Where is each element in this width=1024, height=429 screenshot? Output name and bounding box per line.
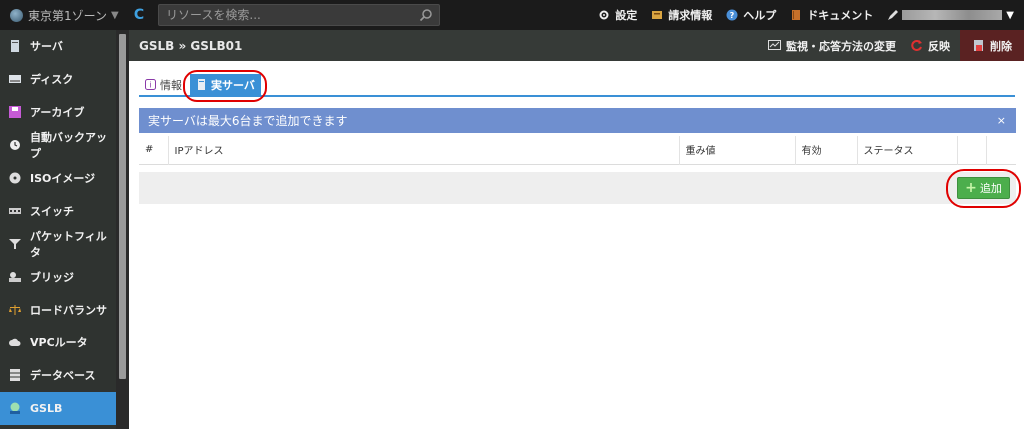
header-actions: 監視・応答方法の変更 反映 削除 xyxy=(754,30,1024,61)
switch-icon xyxy=(9,205,21,217)
top-nav: 設定 請求情報 ? ヘルプ ドキュメント ▼ xyxy=(584,0,1024,30)
chevron-down-icon: ▼ xyxy=(111,9,119,21)
pen-icon xyxy=(888,9,899,20)
refresh-icon[interactable]: C xyxy=(128,4,150,26)
nav-billing[interactable]: 請求情報 xyxy=(651,7,712,23)
tab-real-server[interactable]: 実サーバ xyxy=(190,74,261,95)
col-extra xyxy=(985,136,1016,164)
sidebar: サーバ ディスク アーカイブ 自動バックアップ ISOイメージ スイッチ パケッ… xyxy=(0,30,116,429)
gslb-icon xyxy=(9,402,21,415)
col-index: # xyxy=(145,144,154,156)
sidebar-item-bridge[interactable]: ブリッジ xyxy=(0,260,116,293)
sidebar-item-vpc-router[interactable]: VPCルータ xyxy=(0,326,116,359)
sidebar-item-database[interactable]: データベース xyxy=(0,359,116,392)
alert-message: 実サーバは最大6台まで追加できます xyxy=(148,114,348,128)
zone-selector[interactable]: 東京第1ゾーン ▼ xyxy=(0,7,124,24)
gear-icon xyxy=(599,10,609,20)
billing-icon xyxy=(652,11,663,19)
info-alert: 実サーバは最大6台まで追加できます × xyxy=(139,108,1016,133)
sidebar-item-gslb[interactable]: GSLB xyxy=(0,391,116,425)
col-ip-address: IPアドレス xyxy=(167,136,679,164)
table-header-row: # IPアドレス 重み値 有効 ステータス xyxy=(139,136,1016,164)
sidebar-scrollbar[interactable] xyxy=(116,30,129,429)
svg-text:?: ? xyxy=(730,11,735,20)
filter-icon xyxy=(9,238,21,250)
clock-icon xyxy=(9,139,21,151)
user-menu[interactable]: ▼ xyxy=(887,9,1014,21)
disk-icon xyxy=(9,73,21,85)
sidebar-item-server[interactable]: サーバ xyxy=(0,30,116,63)
search-box xyxy=(158,4,440,26)
search-icon[interactable] xyxy=(419,8,433,22)
close-icon[interactable]: × xyxy=(997,114,1006,127)
chevron-down-icon: ▼ xyxy=(1006,9,1014,21)
reflect-button[interactable]: 反映 xyxy=(910,38,950,54)
cloud-icon xyxy=(9,336,21,348)
help-icon: ? xyxy=(726,9,738,21)
tab-info[interactable]: i 情報 xyxy=(139,74,188,95)
real-server-table: # IPアドレス 重み値 有効 ステータス xyxy=(139,136,1016,165)
plus-icon: + xyxy=(965,180,977,196)
breadcrumb: GSLB » GSLB01 xyxy=(139,38,243,53)
sidebar-item-archive[interactable]: アーカイブ xyxy=(0,96,116,129)
content-header: GSLB » GSLB01 監視・応答方法の変更 反映 削除 xyxy=(129,30,1024,61)
delete-button[interactable]: 削除 xyxy=(960,30,1024,61)
col-actions xyxy=(956,136,986,164)
sidebar-item-load-balancer[interactable]: ロードバランサ xyxy=(0,293,116,326)
change-monitor-button[interactable]: 監視・応答方法の変更 xyxy=(768,38,896,54)
scrollbar-thumb[interactable] xyxy=(119,34,126,379)
tab-bar: i 情報 実サーバ xyxy=(139,74,1015,97)
bridge-icon xyxy=(9,271,21,283)
database-icon xyxy=(9,369,21,382)
search-input[interactable] xyxy=(159,8,409,22)
top-bar: 東京第1ゾーン ▼ C 設定 請求情報 ? ヘルプ ドキュメント ▼ xyxy=(0,0,1024,30)
book-icon xyxy=(792,10,801,20)
trash-icon xyxy=(974,40,983,51)
archive-icon xyxy=(9,106,21,119)
globe-icon xyxy=(10,8,23,22)
user-name-redacted xyxy=(902,10,1003,20)
cd-icon xyxy=(9,172,21,184)
info-icon: i xyxy=(145,79,156,90)
sidebar-item-disk[interactable]: ディスク xyxy=(0,63,116,96)
zone-label: 東京第1ゾーン xyxy=(28,8,108,23)
col-enabled: 有効 xyxy=(794,136,857,164)
sidebar-item-switch[interactable]: スイッチ xyxy=(0,194,116,227)
col-status: ステータス xyxy=(856,136,957,164)
svg-text:i: i xyxy=(149,81,151,90)
nav-settings[interactable]: 設定 xyxy=(598,7,637,23)
server-icon xyxy=(198,79,205,90)
sidebar-item-packet-filter[interactable]: パケットフィルタ xyxy=(0,227,116,260)
table-footer xyxy=(139,172,1016,204)
col-weight: 重み値 xyxy=(678,136,795,164)
server-icon xyxy=(9,40,21,53)
sidebar-item-iso-image[interactable]: ISOイメージ xyxy=(0,162,116,195)
add-button[interactable]: + 追加 xyxy=(957,177,1010,199)
nav-documents[interactable]: ドキュメント xyxy=(790,7,873,23)
monitor-icon xyxy=(768,40,781,50)
sidebar-item-auto-backup[interactable]: 自動バックアップ xyxy=(0,129,116,162)
refresh-icon xyxy=(911,40,922,51)
nav-help[interactable]: ? ヘルプ xyxy=(726,7,776,23)
scale-icon xyxy=(9,304,21,316)
